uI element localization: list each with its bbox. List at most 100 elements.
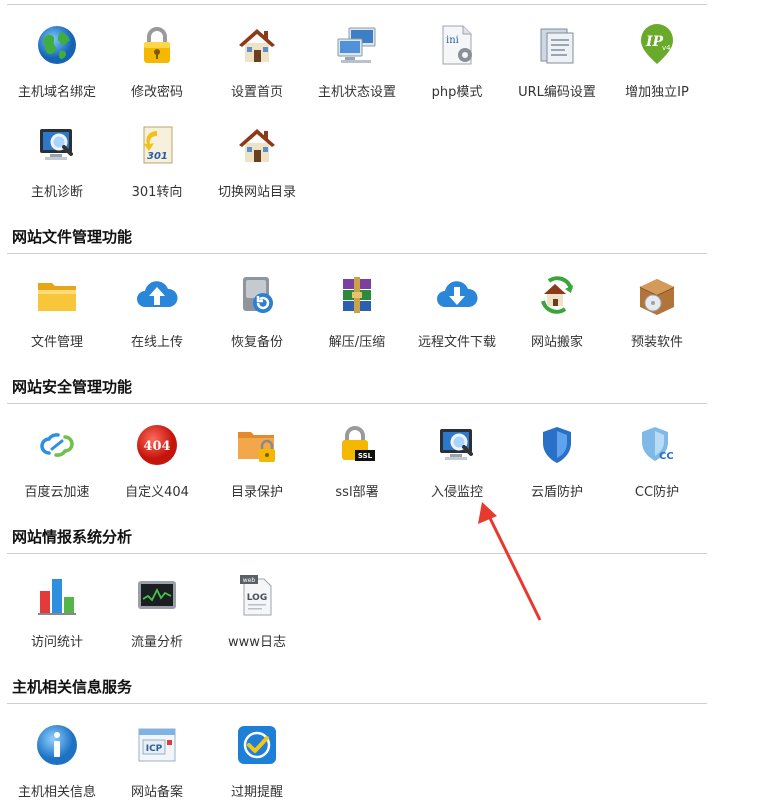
svg-text:CC: CC	[659, 451, 674, 462]
redirect-301-button[interactable]: 301 301转向	[107, 105, 207, 205]
svg-text:404: 404	[143, 439, 170, 454]
switch-site-directory-button[interactable]: 切换网站目录	[207, 105, 307, 205]
host-status-button[interactable]: 主机状态设置	[307, 5, 407, 105]
online-upload-button[interactable]: 在线上传	[107, 255, 207, 355]
directory-protection-label: 目录保护	[230, 485, 283, 500]
section-title-files: 网站文件管理功能	[12, 228, 133, 246]
padlock-icon	[135, 23, 179, 67]
network-computers-icon	[335, 23, 379, 67]
custom-404-label: 自定义404	[125, 485, 189, 500]
intrusion-monitor-label: 入侵监控	[430, 485, 483, 500]
ssl-lock-icon: SSL	[335, 423, 379, 467]
svg-text:301: 301	[147, 151, 168, 162]
site-migration-button[interactable]: 网站搬家	[507, 255, 607, 355]
divider	[7, 553, 707, 554]
bar-chart-icon	[35, 573, 79, 617]
traffic-analysis-button[interactable]: 流量分析	[107, 555, 207, 655]
house-icon	[235, 23, 279, 67]
cloud-upload-icon	[135, 273, 179, 317]
cloud-download-icon	[435, 273, 479, 317]
file-manager-label: 文件管理	[30, 335, 83, 350]
traffic-monitor-icon	[135, 573, 179, 617]
svg-text:ICP: ICP	[146, 744, 163, 754]
info-icon	[35, 723, 79, 767]
monitor-magnifier-icon	[35, 123, 79, 167]
section-title-security: 网站安全管理功能	[12, 378, 133, 396]
web-log-icon: web LOG	[235, 573, 279, 617]
expiry-check-icon	[235, 723, 279, 767]
house-icon	[235, 123, 279, 167]
folder-lock-icon	[235, 423, 279, 467]
host-status-label: 主机状态设置	[317, 85, 396, 100]
bind-domain-button[interactable]: 主机域名绑定	[7, 5, 107, 105]
svg-text:ini: ini	[446, 35, 459, 46]
folder-icon	[35, 273, 79, 317]
cc-protection-button[interactable]: CC CC防护	[607, 405, 707, 505]
cc-shield-icon: CC	[635, 423, 679, 467]
url-encoding-button[interactable]: URL编码设置	[507, 5, 607, 105]
remote-download-button[interactable]: 远程文件下载	[407, 255, 507, 355]
expiry-reminder-button[interactable]: 过期提醒	[207, 705, 307, 805]
site-filing-button[interactable]: ICP 网站备案	[107, 705, 207, 805]
ssl-deploy-button[interactable]: SSL ssl部署	[307, 405, 407, 505]
house-move-icon	[535, 273, 579, 317]
ssl-deploy-label: ssl部署	[335, 485, 379, 500]
monitor-magnifier-icon	[435, 423, 479, 467]
set-homepage-button[interactable]: 设置首页	[207, 5, 307, 105]
php-mode-label: php模式	[431, 85, 483, 100]
traffic-analysis-label: 流量分析	[130, 635, 183, 650]
svg-text:web: web	[243, 577, 256, 584]
preinstalled-software-button[interactable]: 预装软件	[607, 255, 707, 355]
host-info-button[interactable]: 主机相关信息	[7, 705, 107, 805]
change-password-button[interactable]: 修改密码	[107, 5, 207, 105]
php-mode-button[interactable]: ini php模式	[407, 5, 507, 105]
switch-site-directory-label: 切换网站目录	[217, 185, 296, 200]
host-info-label: 主机相关信息	[17, 785, 96, 800]
section-title-info: 主机相关信息服务	[12, 678, 133, 696]
svg-text:SSL: SSL	[358, 452, 373, 460]
redirect-301-label: 301转向	[131, 185, 183, 200]
www-log-button[interactable]: web LOG www日志	[207, 555, 307, 655]
expiry-reminder-label: 过期提醒	[230, 785, 283, 800]
baidu-cloud-accelerate-label: 百度云加速	[24, 485, 90, 500]
site-migration-label: 网站搬家	[530, 335, 583, 350]
online-upload-label: 在线上传	[130, 335, 183, 350]
host-diagnose-label: 主机诊断	[30, 185, 83, 200]
change-password-label: 修改密码	[130, 85, 183, 100]
cloud-shield-label: 云盾防护	[530, 485, 583, 500]
divider	[7, 703, 707, 704]
custom-404-button[interactable]: 404 自定义404	[107, 405, 207, 505]
www-log-label: www日志	[228, 635, 286, 650]
restore-backup-button[interactable]: 恢复备份	[207, 255, 307, 355]
file-manager-button[interactable]: 文件管理	[7, 255, 107, 355]
svg-text:IP: IP	[645, 34, 664, 50]
visit-stats-button[interactable]: 访问统计	[7, 555, 107, 655]
archive-button[interactable]: 解压/压缩	[307, 255, 407, 355]
add-dedicated-ip-label: 增加独立IP	[625, 85, 689, 100]
security-grid: 百度云加速 404 自定义404 目录保护 SSL ssl部署 入侵监控 云盾防…	[7, 405, 707, 505]
directory-protection-button[interactable]: 目录保护	[207, 405, 307, 505]
cloud-shield-button[interactable]: 云盾防护	[507, 405, 607, 505]
software-box-icon	[635, 273, 679, 317]
divider	[7, 253, 707, 254]
disk-restore-icon	[235, 273, 279, 317]
ipv4-badge-icon: IP v4	[635, 23, 679, 67]
visit-stats-label: 访问统计	[30, 635, 83, 650]
host-diagnose-button[interactable]: 主机诊断	[7, 105, 107, 205]
section-title-analytics: 网站情报系统分析	[12, 528, 133, 546]
file-management-grid: 文件管理 在线上传 恢复备份 解压/压缩 远程文件下载 网站搬家 预装软件	[7, 255, 707, 355]
remote-download-label: 远程文件下载	[417, 335, 496, 350]
url-encoding-label: URL编码设置	[518, 85, 596, 100]
url-document-icon	[535, 23, 579, 67]
host-functions-grid: 主机域名绑定 修改密码 设置首页 主机状态设置 ini php模式 URL编码设…	[7, 5, 707, 205]
cloud-accelerate-icon	[35, 423, 79, 467]
globe-icon	[35, 23, 79, 67]
intrusion-monitor-button[interactable]: 入侵监控	[407, 405, 507, 505]
archive-label: 解压/压缩	[328, 335, 386, 350]
preinstalled-software-label: 预装软件	[630, 335, 683, 350]
cc-protection-label: CC防护	[634, 485, 680, 500]
add-dedicated-ip-button[interactable]: IP v4 增加独立IP	[607, 5, 707, 105]
analytics-grid: 访问统计 流量分析 web LOG www日志	[7, 555, 707, 655]
baidu-cloud-accelerate-button[interactable]: 百度云加速	[7, 405, 107, 505]
divider	[7, 403, 707, 404]
